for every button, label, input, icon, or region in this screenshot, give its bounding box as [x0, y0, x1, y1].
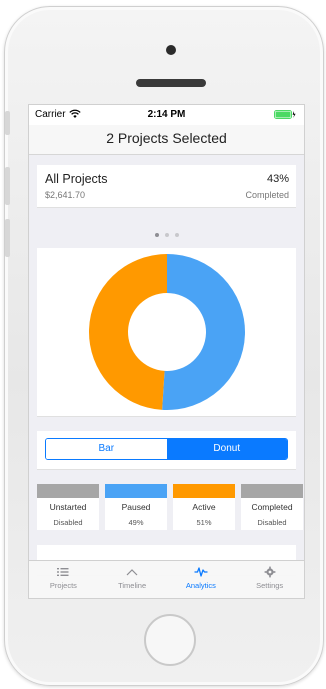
- donut-slice-paused[interactable]: [89, 254, 167, 410]
- front-camera: [166, 45, 176, 55]
- clock: 2:14 PM: [147, 109, 186, 120]
- summary-title: All Projects: [45, 172, 108, 186]
- tab-label: Analytics: [185, 581, 216, 590]
- pulse-icon: [194, 567, 208, 577]
- page-title: 2 Projects Selected: [106, 130, 227, 146]
- tab-label: Projects: [49, 581, 77, 590]
- stat-completed[interactable]: Completed Disabled: [241, 484, 303, 530]
- chart-type-segmented-control[interactable]: Bar Donut: [45, 438, 288, 460]
- timeline-icon: [126, 569, 138, 576]
- donut-chart: [89, 254, 246, 410]
- donut-slice-active[interactable]: [162, 254, 246, 410]
- color-swatch: [37, 484, 99, 498]
- stat-name: Completed: [251, 502, 293, 512]
- color-swatch: [173, 484, 235, 498]
- page-dot: [164, 233, 169, 237]
- status-legend: Unstarted Disabled Paused 49% Active 51%…: [37, 484, 303, 530]
- total-amount: $2,641.70: [45, 190, 86, 200]
- tab-timeline[interactable]: Timeline: [98, 561, 167, 598]
- tab-label: Timeline: [118, 581, 147, 590]
- battery-icon: [274, 110, 296, 119]
- tab-label: Settings: [256, 581, 284, 590]
- segment-bar[interactable]: Bar: [46, 439, 167, 459]
- tab-projects[interactable]: Projects: [29, 561, 98, 598]
- stat-name: Active: [192, 502, 216, 512]
- earpiece-speaker: [136, 79, 206, 87]
- segment-donut[interactable]: Donut: [166, 439, 287, 459]
- stat-name: Unstarted: [49, 502, 87, 512]
- stat-value: Disabled: [53, 518, 83, 527]
- chart-type-card: Bar Donut: [37, 431, 296, 469]
- stat-name: Paused: [121, 502, 151, 512]
- color-swatch: [105, 484, 167, 498]
- completion-label: Completed: [245, 190, 289, 200]
- gear-icon: [264, 566, 276, 578]
- tab-analytics[interactable]: Analytics: [167, 561, 236, 598]
- color-swatch: [241, 484, 303, 498]
- stat-value: 51%: [196, 518, 212, 527]
- volume-down-button: [5, 219, 10, 257]
- tab-bar: Projects Timeline Analytics Settings: [29, 560, 304, 598]
- stat-paused[interactable]: Paused 49%: [105, 484, 167, 530]
- page-dot: [174, 233, 179, 237]
- page-dot: [154, 233, 159, 237]
- chart-card: [37, 248, 296, 416]
- completion-percent: 43%: [266, 173, 289, 185]
- page-indicator[interactable]: [29, 224, 304, 237]
- status-bar: Carrier 2:14 PM: [29, 105, 304, 125]
- stat-unstarted[interactable]: Unstarted Disabled: [37, 484, 99, 530]
- stat-value: 49%: [128, 518, 144, 527]
- app-screen: Carrier 2:14 PM 2 Projects Selected All …: [28, 104, 305, 599]
- list-icon: [57, 568, 69, 576]
- summary-card[interactable]: All Projects 43% $2,641.70 Completed: [37, 165, 296, 207]
- mute-switch: [5, 111, 10, 135]
- tab-settings[interactable]: Settings: [235, 561, 304, 598]
- navigation-bar: 2 Projects Selected: [29, 125, 304, 155]
- stat-active[interactable]: Active 51%: [173, 484, 235, 530]
- volume-up-button: [5, 167, 10, 205]
- stat-value: Disabled: [257, 518, 287, 527]
- home-button[interactable]: [144, 614, 196, 666]
